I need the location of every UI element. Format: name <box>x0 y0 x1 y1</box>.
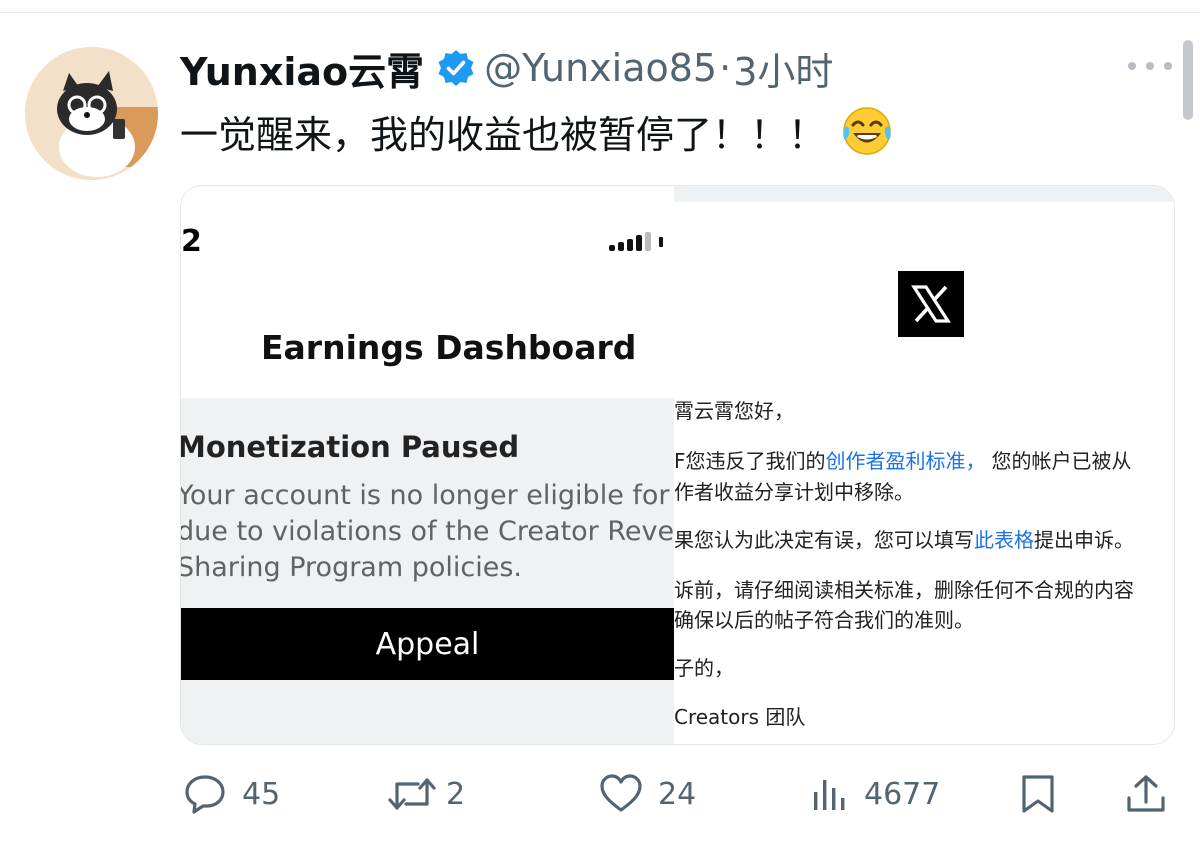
email-text: 果您认为此决定有误，您可以填写 <box>674 528 974 552</box>
face-with-tears-of-joy-icon <box>840 104 894 158</box>
status-bar-time: 2 <box>181 224 202 259</box>
timestamp[interactable]: 3小时 <box>733 41 833 96</box>
email-text: F您违反了我们的 <box>674 449 826 473</box>
email-text: 您的帐户已被从 <box>991 449 1132 473</box>
email-paragraph-line: 确保以后的帖子符合我们的准则。 <box>674 608 974 632</box>
email-text: 提出申诉。 <box>1034 528 1134 552</box>
bookmark-button[interactable] <box>1018 770 1058 818</box>
email-closing: 子的， <box>674 656 734 680</box>
appeal-form-link[interactable]: 此表格 <box>974 528 1034 552</box>
creator-standards-link[interactable]: 创作者盈利标准， <box>826 449 986 473</box>
monetization-paused-title: Monetization Paused <box>180 430 520 464</box>
earnings-dashboard-title: Earnings Dashboard <box>261 328 637 367</box>
verified-badge-icon[interactable] <box>436 48 476 88</box>
share-button[interactable] <box>1124 770 1168 818</box>
paused-message-line: due to violations of the Creator Revenu <box>180 516 709 547</box>
appeal-button[interactable]: Appeal <box>181 608 674 680</box>
media-image-email[interactable]: 霄云霄您好， F您违反了我们的创作者盈利标准， 您的帐户已被从 作者收益分享计划中… <box>674 186 1174 744</box>
views-button[interactable]: 4677 <box>810 770 940 818</box>
paused-message-line: Sharing Program policies. <box>180 552 523 583</box>
tweet-text: 一觉醒来，我的收益也被暂停了！！！ <box>180 104 894 158</box>
media-image-earnings[interactable]: 2 Earnings Dashboard Monetization Paused… <box>180 186 712 744</box>
email-paragraph-line: 诉前，请仔细阅读相关标准，删除任何不合规的内容 <box>674 578 1134 602</box>
separator-dot: · <box>719 46 732 90</box>
tweet-header: Yunxiao云霄 @Yunxiao85 · 3小时 <box>180 40 833 96</box>
reply-count: 45 <box>242 776 281 812</box>
email-greeting: 霄云霄您好， <box>674 399 794 423</box>
email-signature: Creators 团队 <box>674 705 806 729</box>
like-button[interactable]: 24 <box>598 770 696 818</box>
view-count: 4677 <box>864 776 941 812</box>
email-header-band <box>674 186 1174 202</box>
tweet-media[interactable]: 2 Earnings Dashboard Monetization Paused… <box>180 185 1175 745</box>
repost-count: 2 <box>446 776 466 812</box>
user-handle[interactable]: @Yunxiao85 <box>484 46 717 90</box>
repost-icon <box>388 778 436 810</box>
bookmark-icon <box>1022 775 1054 813</box>
signal-icon <box>609 232 663 251</box>
reply-icon <box>185 775 225 814</box>
reply-button[interactable]: 45 <box>182 770 280 818</box>
like-count: 24 <box>658 776 697 812</box>
x-logo-icon <box>898 271 964 337</box>
email-paragraph-line: 果您认为此决定有误，您可以填写此表格提出申诉。 <box>674 524 1134 553</box>
repost-button[interactable]: 2 <box>386 770 465 818</box>
avatar-image <box>25 47 158 180</box>
heart-icon <box>600 774 642 812</box>
email-paragraph-line: F您违反了我们的创作者盈利标准， 您的帐户已被从 <box>674 445 1132 474</box>
views-chart-icon <box>814 780 845 810</box>
avatar[interactable] <box>25 47 158 180</box>
display-name[interactable]: Yunxiao云霄 <box>180 41 424 96</box>
paused-message-line: Your account is no longer eligible for p… <box>180 480 712 511</box>
scrollbar[interactable] <box>1183 40 1193 120</box>
share-icon <box>1127 775 1165 812</box>
top-divider <box>0 12 1200 13</box>
tweet-body: 一觉醒来，我的收益也被暂停了！！！ <box>180 112 827 157</box>
email-paragraph-line: 作者收益分享计划中移除。 <box>674 480 914 504</box>
more-options-icon[interactable] <box>1128 56 1172 76</box>
